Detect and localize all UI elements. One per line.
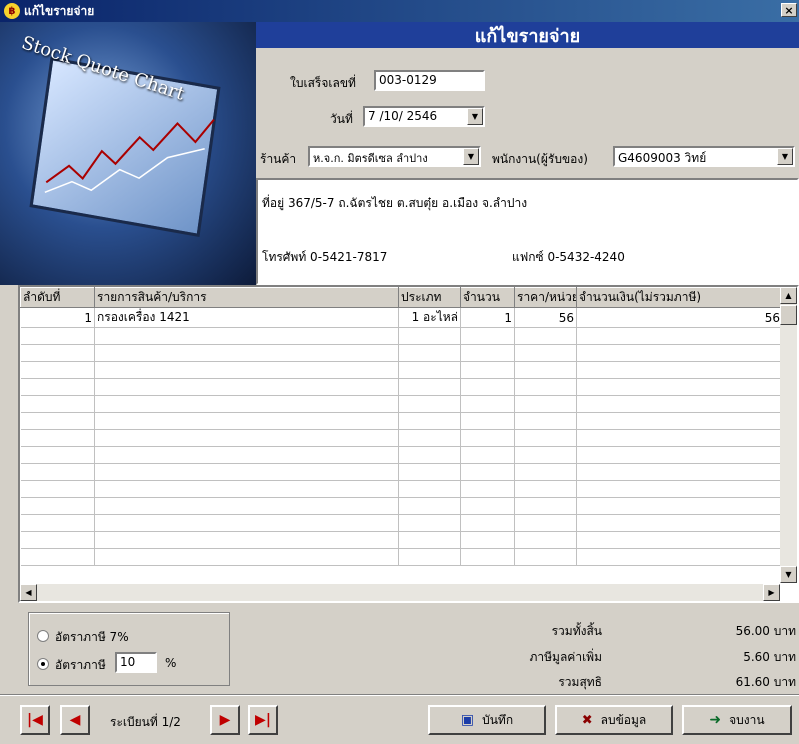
- tax-rate-input[interactable]: 10: [115, 652, 157, 673]
- exit-button[interactable]: ➜ จบงาน: [682, 705, 792, 735]
- col-header-type[interactable]: ประเภท: [398, 287, 461, 308]
- last-record-icon: ▶|: [255, 712, 271, 728]
- exit-icon: ➜: [709, 712, 722, 728]
- col-header-price[interactable]: ราคา/หน่วย: [514, 287, 577, 308]
- col-header-qty[interactable]: จำนวน: [460, 287, 515, 308]
- next-record-icon: ▶: [219, 712, 231, 728]
- tax-7-radio[interactable]: [37, 630, 49, 642]
- scroll-right-icon[interactable]: ▶: [763, 584, 780, 601]
- table-row[interactable]: [20, 497, 783, 515]
- date-dropdown-icon[interactable]: ▼: [467, 108, 483, 125]
- fax-text: แฟกซ์ 0-5432-4240: [512, 250, 625, 264]
- scroll-up-icon[interactable]: ▲: [780, 287, 797, 304]
- cell-qty[interactable]: 1: [460, 307, 515, 328]
- title-bar: ฿ แก้ไขรายจ่าย ×: [0, 0, 799, 22]
- net-label: รวมสุทธิ: [558, 675, 602, 689]
- vat-label: ภาษีมูลค่าเพิ่ม: [529, 650, 602, 664]
- save-label: บันทึก: [482, 712, 514, 727]
- store-value: ห.จ.ก. มิตรดีเซล ลำปาง: [313, 152, 428, 165]
- employee-label: พนักงาน(ผู้รับของ): [492, 152, 588, 166]
- total-label: รวมทั้งสิ้น: [551, 624, 602, 638]
- cell-item[interactable]: กรองเครื่อง 1421: [94, 307, 399, 328]
- form-header: แก้ไขรายจ่าย: [256, 22, 799, 48]
- phone-text: โทรศัพท์ 0-5421-7817: [262, 250, 388, 264]
- items-table: ลำดับที่ รายการสินค้า/บริการ ประเภท จำนว…: [20, 287, 783, 566]
- exit-label: จบงาน: [729, 712, 765, 727]
- vertical-scrollbar[interactable]: ▲ ▼: [780, 287, 797, 583]
- delete-button[interactable]: ✖ ลบข้อมูล: [555, 705, 673, 735]
- table-row[interactable]: [20, 446, 783, 464]
- tax-custom-radio[interactable]: [37, 658, 49, 670]
- table-row[interactable]: [20, 480, 783, 498]
- tax-rate-group: อัตราภาษี 7% อัตราภาษี 10 %: [28, 612, 230, 686]
- table-row[interactable]: [20, 327, 783, 345]
- delete-icon: ✖: [581, 712, 593, 728]
- table-row[interactable]: [20, 412, 783, 430]
- scroll-down-icon[interactable]: ▼: [780, 566, 797, 583]
- table-row[interactable]: 1 กรองเครื่อง 1421 1 อะไหล่ 1 56 56: [20, 307, 783, 328]
- store-select[interactable]: ห.จ.ก. มิตรดีเซล ลำปาง ▼: [308, 146, 481, 167]
- col-header-no[interactable]: ลำดับที่: [20, 287, 95, 308]
- scroll-left-icon[interactable]: ◀: [20, 584, 37, 601]
- store-dropdown-icon[interactable]: ▼: [463, 148, 479, 165]
- record-indicator: ระเบียนที่ 1/2: [110, 715, 181, 729]
- items-grid[interactable]: ลำดับที่ รายการสินค้า/บริการ ประเภท จำนว…: [18, 285, 799, 603]
- table-row[interactable]: [20, 548, 783, 566]
- next-record-button[interactable]: ▶: [210, 705, 240, 735]
- vat-value: 5.60 บาท: [743, 650, 796, 664]
- cell-amount[interactable]: 56: [576, 307, 783, 328]
- footer-separator: [0, 694, 799, 696]
- employee-select[interactable]: G4609003 วิทย์ ▼: [613, 146, 795, 167]
- delete-label: ลบข้อมูล: [600, 712, 647, 727]
- table-row[interactable]: [20, 514, 783, 532]
- table-row[interactable]: [20, 378, 783, 396]
- table-row[interactable]: [20, 463, 783, 481]
- tax-7-label: อัตราภาษี 7%: [55, 630, 129, 644]
- table-row[interactable]: [20, 344, 783, 362]
- prev-record-button[interactable]: ◀: [60, 705, 90, 735]
- tax-custom-label: อัตราภาษี: [55, 658, 106, 672]
- last-record-button[interactable]: ▶|: [248, 705, 278, 735]
- app-icon: ฿: [4, 3, 20, 19]
- date-value: 7 /10/ 2546: [368, 109, 438, 123]
- col-header-amount[interactable]: จำนวนเงิน(ไม่รวมภาษี): [576, 287, 783, 308]
- receipt-input[interactable]: 003-0129: [374, 70, 485, 91]
- table-row[interactable]: [20, 429, 783, 447]
- grid-header-row: ลำดับที่ รายการสินค้า/บริการ ประเภท จำนว…: [20, 287, 783, 308]
- horizontal-scrollbar[interactable]: ◀ ▶: [20, 584, 780, 601]
- col-header-item[interactable]: รายการสินค้า/บริการ: [94, 287, 399, 308]
- net-value: 61.60 บาท: [735, 675, 796, 689]
- date-label: วันที่: [330, 112, 353, 126]
- address-text: ที่อยู่ 367/5-7 ถ.ฉัตรไชย ต.สบตุ๋ย อ.เมื…: [262, 196, 528, 210]
- cell-price[interactable]: 56: [514, 307, 577, 328]
- table-row[interactable]: [20, 361, 783, 379]
- employee-dropdown-icon[interactable]: ▼: [777, 148, 793, 165]
- percent-sign: %: [165, 656, 177, 670]
- cell-type[interactable]: 1 อะไหล่: [398, 307, 461, 328]
- stock-chart-image: Stock Quote Chart: [0, 22, 256, 285]
- save-button[interactable]: ▣ บันทึก: [428, 705, 546, 735]
- receipt-label: ใบเสร็จเลขที่: [290, 76, 356, 90]
- first-record-button[interactable]: |◀: [20, 705, 50, 735]
- window-title: แก้ไขรายจ่าย: [24, 3, 95, 18]
- table-row[interactable]: [20, 395, 783, 413]
- total-value: 56.00 บาท: [735, 624, 796, 638]
- prev-record-icon: ◀: [69, 712, 81, 728]
- cell-no[interactable]: 1: [20, 307, 95, 328]
- scroll-thumb[interactable]: [780, 305, 797, 325]
- employee-value: G4609003 วิทย์: [618, 151, 707, 165]
- close-button[interactable]: ×: [781, 3, 797, 17]
- first-record-icon: |◀: [27, 712, 43, 728]
- table-row[interactable]: [20, 531, 783, 549]
- store-address-panel: ที่อยู่ 367/5-7 ถ.ฉัตรไชย ต.สบตุ๋ย อ.เมื…: [256, 178, 799, 285]
- store-label: ร้านค้า: [260, 152, 297, 166]
- save-icon: ▣: [460, 712, 475, 728]
- date-picker[interactable]: 7 /10/ 2546 ▼: [363, 106, 485, 127]
